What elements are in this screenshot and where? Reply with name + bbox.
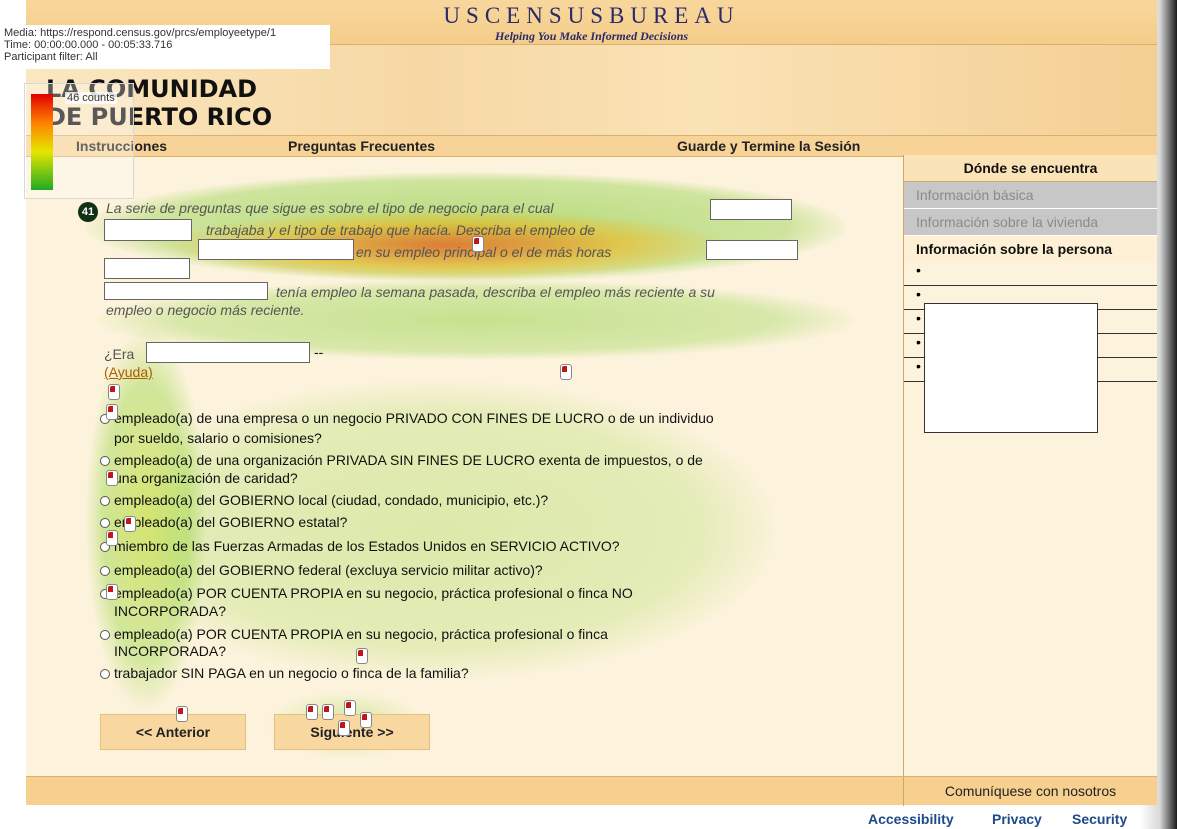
question-text-line: tenía empleo la semana pasada, describa … [276, 284, 715, 300]
click-marker-icon [106, 530, 118, 546]
redacted-field [710, 199, 792, 220]
click-marker-icon [306, 704, 318, 720]
answer-self-employed-not-incorporated[interactable]: empleado(a) POR CUENTA PROPIA en su nego… [100, 585, 633, 601]
click-marker-icon [176, 706, 188, 722]
answer-label: trabajador SIN PAGA en un negocio o finc… [114, 665, 469, 681]
click-marker-icon [322, 704, 334, 720]
answer-local-government[interactable]: empleado(a) del GOBIERNO local (ciudad, … [100, 492, 548, 508]
redacted-field [104, 219, 192, 241]
answer-label: empleado(a) del GOBIERNO estatal? [114, 514, 348, 530]
answer-unpaid-family-worker[interactable]: trabajador SIN PAGA en un negocio o finc… [100, 665, 469, 681]
legend-count-label: 46 counts [65, 92, 117, 104]
answer-federal-government[interactable]: empleado(a) del GOBIERNO federal (excluy… [100, 562, 543, 578]
radio-button[interactable] [100, 456, 110, 466]
answer-private-for-profit[interactable]: empleado(a) de una empresa o un negocio … [100, 410, 714, 426]
click-marker-icon [106, 404, 118, 420]
heatmap-legend: 46 counts [24, 83, 134, 199]
answer-continuation: INCORPORADA? [114, 603, 227, 619]
answer-label: empleado(a) del GOBIERNO local (ciudad, … [114, 492, 549, 508]
sidebar-title: Dónde se encuentra [904, 155, 1157, 182]
prompt-dashes: -- [314, 344, 324, 360]
help-link[interactable]: (Ayuda) [104, 364, 153, 380]
nav-faq-link[interactable]: Preguntas Frecuentes [288, 138, 435, 154]
click-marker-icon [344, 700, 356, 716]
answer-label: empleado(a) de una organización PRIVADA … [114, 452, 703, 468]
sidebar-subitem[interactable]: • [904, 262, 1157, 286]
answer-label: empleado(a) de una empresa o un negocio … [114, 410, 714, 426]
media-url: Media: https://respond.census.gov/prcs/e… [4, 27, 277, 39]
sidebar-item-housing-info[interactable]: Información sobre la vivienda [904, 209, 1157, 236]
click-marker-icon [360, 712, 372, 728]
answer-private-nonprofit[interactable]: empleado(a) de una organización PRIVADA … [100, 452, 703, 468]
click-marker-icon [356, 648, 368, 664]
click-marker-icon [124, 516, 136, 532]
redacted-field [104, 258, 190, 279]
heatmap-color-scale [31, 94, 53, 190]
sidebar-item-person-info[interactable]: Información sobre la persona [904, 236, 1157, 262]
redacted-field [104, 282, 268, 300]
survey-page: USCENSUSBUREAU Helping You Make Informed… [26, 0, 1157, 806]
accessibility-link[interactable]: Accessibility [868, 811, 954, 827]
answer-label: miembro de las Fuerzas Armadas de los Es… [114, 538, 620, 554]
participant-filter: Participant filter: All [4, 51, 98, 63]
redacted-names-block [924, 303, 1098, 433]
redacted-field [198, 239, 354, 260]
answer-label: empleado(a) POR CUENTA PROPIA en su nego… [114, 626, 608, 642]
click-marker-icon [106, 470, 118, 486]
time-range: Time: 00:00:00.000 - 00:05:33.716 [4, 39, 173, 51]
answer-label: empleado(a) POR CUENTA PROPIA en su nego… [114, 585, 633, 601]
radio-button[interactable] [100, 518, 110, 528]
privacy-link[interactable]: Privacy [992, 811, 1042, 827]
heatmap-info-panel: Media: https://respond.census.gov/prcs/e… [0, 25, 330, 69]
contact-us-link[interactable]: Comuníquese con nosotros [903, 777, 1157, 806]
question-text-line: empleo o negocio más reciente. [106, 302, 305, 318]
click-marker-icon [560, 364, 572, 380]
answer-continuation: una organización de caridad? [114, 470, 298, 486]
next-button[interactable]: Siguiente >> [274, 714, 430, 750]
redacted-field [146, 342, 310, 363]
radio-button[interactable] [100, 630, 110, 640]
answer-continuation: por sueldo, salario o comisiones? [114, 430, 322, 446]
nav-save-exit-link[interactable]: Guarde y Termine la Sesión [677, 138, 860, 154]
question-number-badge: 41 [78, 202, 98, 222]
redacted-field [706, 240, 798, 260]
sidebar-item-basic-info[interactable]: Información básica [904, 182, 1157, 209]
question-text-line: La serie de preguntas que sigue es sobre… [106, 200, 554, 216]
radio-button[interactable] [100, 669, 110, 679]
click-marker-icon [338, 720, 350, 736]
previous-button[interactable]: << Anterior [100, 714, 246, 750]
security-link[interactable]: Security [1072, 811, 1127, 827]
click-marker-icon [108, 384, 120, 400]
answer-label: empleado(a) del GOBIERNO federal (excluy… [114, 562, 543, 578]
question-prompt: ¿Era [104, 346, 135, 362]
top-navigation: Instrucciones Preguntas Frecuentes Guard… [26, 135, 1157, 157]
progress-sidebar: Dónde se encuentra Información básica In… [903, 155, 1157, 805]
radio-button[interactable] [100, 496, 110, 506]
click-marker-icon [472, 236, 484, 252]
answer-self-employed-incorporated[interactable]: empleado(a) POR CUENTA PROPIA en su nego… [100, 626, 608, 642]
question-text-line: trabajaba y el tipo de trabajo que hacía… [206, 222, 596, 238]
answer-armed-forces[interactable]: miembro de las Fuerzas Armadas de los Es… [100, 538, 620, 554]
click-marker-icon [106, 584, 118, 600]
answer-state-government[interactable]: empleado(a) del GOBIERNO estatal? [100, 514, 347, 530]
footer-bar: Comuníquese con nosotros [26, 776, 1157, 806]
radio-button[interactable] [100, 566, 110, 576]
answer-continuation: INCORPORADA? [114, 643, 227, 659]
